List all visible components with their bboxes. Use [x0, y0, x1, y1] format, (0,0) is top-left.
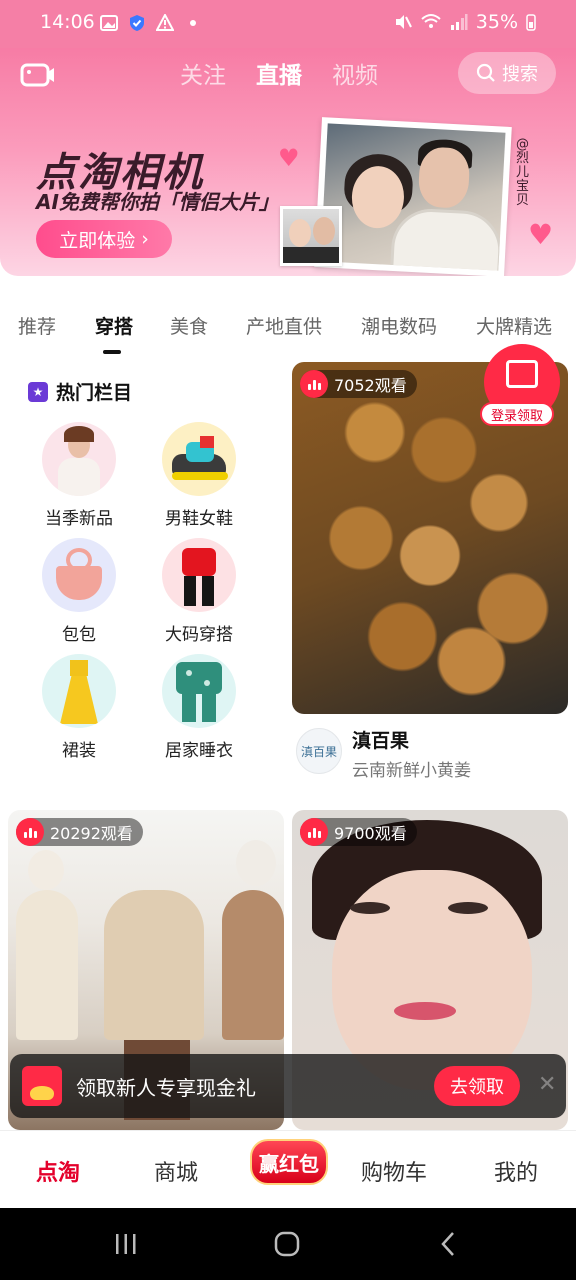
shop-info[interactable]: 滇百果 滇百果 云南新鲜小黄姜: [296, 726, 566, 782]
hot-item-label: 裙装: [62, 741, 96, 761]
nav-diantao[interactable]: 点淘: [36, 1155, 80, 1187]
banner-subtitle: AI免费帮你拍「情侣大片」: [36, 190, 279, 214]
new-user-promo-bar[interactable]: 领取新人专享现金礼 去领取 ✕: [10, 1054, 566, 1118]
live-icon: [16, 818, 44, 846]
tab-origin-direct[interactable]: 产地直供: [246, 312, 322, 339]
sneaker-icon: [162, 422, 236, 496]
live-icon: [300, 818, 328, 846]
hot-column-title: ★ 热门栏目: [28, 378, 132, 405]
view-count: 7052观看: [334, 376, 407, 395]
status-bar: 14:06 35%: [0, 0, 576, 48]
woman-fashion-icon: [42, 422, 116, 496]
tab-digital[interactable]: 潮电数码: [361, 312, 437, 339]
tab-brands[interactable]: 大牌精选: [476, 312, 552, 339]
category-tabs: 推荐 穿搭 美食 产地直供 潮电数码 大牌精选: [0, 300, 576, 354]
try-now-label: 立即体验: [59, 229, 136, 252]
shop-name: 滇百果: [352, 730, 410, 752]
battery-percent: 35%: [475, 11, 518, 33]
wifi-icon: [421, 14, 441, 28]
coupon-label: 登录领取: [480, 402, 554, 426]
view-count: 9700观看: [334, 824, 407, 843]
view-count-badge: 7052观看: [300, 370, 417, 398]
red-envelope-icon: [506, 360, 538, 388]
active-tab-indicator: [103, 350, 121, 354]
view-count-badge: 20292观看: [16, 818, 143, 846]
shop-description: 云南新鲜小黄姜: [352, 761, 471, 781]
mute-icon: [395, 15, 412, 29]
live-icon: [300, 370, 328, 398]
tab-live[interactable]: 直播: [256, 56, 302, 90]
nav-cart[interactable]: 购物车: [361, 1155, 427, 1187]
hot-item-label: 居家睡衣: [165, 741, 233, 761]
hot-item-dresses[interactable]: 裙装: [24, 654, 134, 761]
warning-icon: [156, 14, 174, 31]
hot-item-label: 男鞋女鞋: [165, 509, 233, 529]
try-now-button[interactable]: 立即体验 ›: [36, 220, 172, 258]
handbag-icon: [42, 538, 116, 612]
red-packet-icon: [22, 1066, 62, 1106]
home-icon[interactable]: [274, 1230, 300, 1258]
hot-item-pajamas[interactable]: 居家睡衣: [144, 654, 254, 761]
dress-icon: [42, 654, 116, 728]
view-count: 20292观看: [50, 824, 133, 843]
status-right: 35%: [394, 11, 536, 33]
search-icon: [476, 63, 495, 82]
back-icon[interactable]: [438, 1230, 458, 1258]
signal-icon: [450, 14, 468, 30]
nav-mall[interactable]: 商城: [154, 1155, 198, 1187]
hot-item-label: 大码穿搭: [165, 625, 233, 645]
tab-video[interactable]: 视频: [332, 56, 378, 90]
claim-button[interactable]: 去领取: [434, 1066, 520, 1106]
shop-avatar: 滇百果: [296, 728, 342, 774]
plus-size-outfit-icon: [162, 538, 236, 612]
tab-outfit-label: 穿搭: [95, 316, 134, 338]
system-nav-bar: [0, 1208, 576, 1280]
banner-credit: @烈儿宝贝: [516, 137, 530, 208]
tab-recommend[interactable]: 推荐: [18, 312, 56, 339]
hot-item-shoes[interactable]: 男鞋女鞋: [144, 422, 254, 529]
chevron-right-icon: ›: [141, 228, 149, 250]
hot-item-plus-size[interactable]: 大码穿搭: [144, 538, 254, 645]
search-button[interactable]: 搜索: [458, 52, 556, 94]
header: 关注 直播 视频 搜索 点淘相机 AI免费帮你拍「情侣大片」 立即体验 › ♥ …: [0, 48, 576, 276]
win-red-packet-button[interactable]: 赢红包: [250, 1139, 328, 1185]
view-count-badge: 9700观看: [300, 818, 417, 846]
recent-apps-icon[interactable]: [114, 1230, 138, 1258]
heart-icon: ♥: [278, 144, 300, 172]
nav-me[interactable]: 我的: [494, 1155, 538, 1187]
banner-source-photo: [280, 206, 342, 266]
hot-column-title-text: 热门栏目: [56, 382, 133, 404]
hot-item-label: 当季新品: [45, 509, 113, 529]
tab-food[interactable]: 美食: [170, 312, 208, 339]
bottom-nav: 点淘 商城 赢红包 购物车 我的: [0, 1130, 576, 1208]
tab-outfit[interactable]: 穿搭: [95, 312, 134, 354]
shield-icon: [130, 15, 144, 31]
gallery-icon: [100, 15, 118, 31]
battery-icon: [526, 14, 536, 31]
hot-item-bags[interactable]: 包包: [24, 538, 134, 645]
dot-icon: [190, 20, 196, 26]
search-label: 搜索: [502, 64, 538, 85]
star-badge-icon: ★: [28, 381, 48, 402]
camera-icon[interactable]: [20, 62, 56, 88]
tab-follow[interactable]: 关注: [180, 56, 226, 90]
status-time: 14:06: [40, 11, 95, 33]
heart-icon: ♥: [528, 218, 554, 251]
hot-item-label: 包包: [62, 625, 96, 645]
banner-couple-photo: [314, 117, 512, 276]
close-icon[interactable]: ✕: [538, 1072, 556, 1097]
notification-icons: [100, 14, 202, 32]
hot-item-new-season[interactable]: 当季新品: [24, 422, 134, 529]
login-coupon[interactable]: 登录领取: [480, 344, 560, 428]
top-tabs: 关注 直播 视频: [180, 56, 378, 90]
promo-text: 领取新人专享现金礼: [76, 1076, 256, 1100]
pajamas-icon: [162, 654, 236, 728]
hot-column-card: ★ 热门栏目 当季新品 男鞋女鞋 包包 大码穿搭 裙装 居家睡衣: [8, 362, 284, 792]
